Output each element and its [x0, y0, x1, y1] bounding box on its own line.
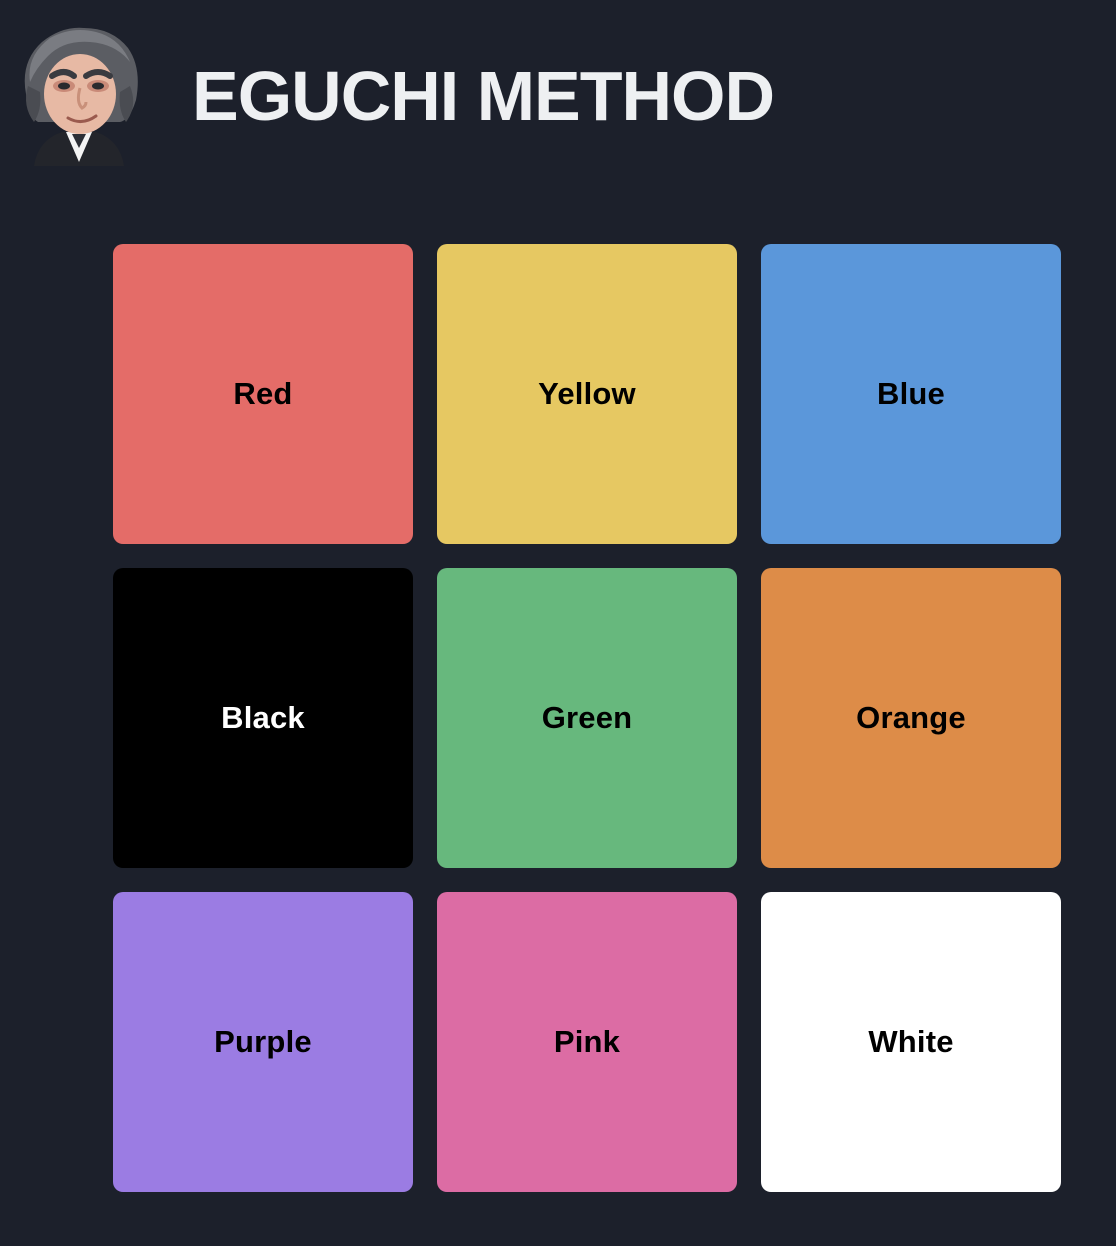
tile-label: Yellow: [538, 376, 636, 411]
color-tile-red[interactable]: Red: [113, 244, 413, 544]
tile-label: White: [868, 1024, 954, 1059]
tile-label: Purple: [214, 1024, 312, 1059]
color-tile-purple[interactable]: Purple: [113, 892, 413, 1192]
color-tile-pink[interactable]: Pink: [437, 892, 737, 1192]
tile-label: Black: [221, 700, 305, 735]
color-tile-green[interactable]: Green: [437, 568, 737, 868]
color-tile-yellow[interactable]: Yellow: [437, 244, 737, 544]
color-tile-white[interactable]: White: [761, 892, 1061, 1192]
tile-label: Blue: [877, 376, 945, 411]
avatar-icon: [24, 27, 138, 166]
tile-label: Red: [233, 376, 293, 411]
tile-label: Orange: [856, 700, 966, 735]
color-tile-orange[interactable]: Orange: [761, 568, 1061, 868]
tile-label: Green: [541, 700, 633, 735]
header: EGUCHI METHOD: [0, 0, 1116, 190]
color-tile-blue[interactable]: Blue: [761, 244, 1061, 544]
color-tile-black[interactable]: Black: [113, 568, 413, 868]
tile-label: Pink: [553, 1024, 621, 1059]
app-title: EGUCHI METHOD: [192, 57, 775, 135]
color-grid: Red Yellow Blue Black Green Orange Purpl…: [113, 244, 1061, 1192]
